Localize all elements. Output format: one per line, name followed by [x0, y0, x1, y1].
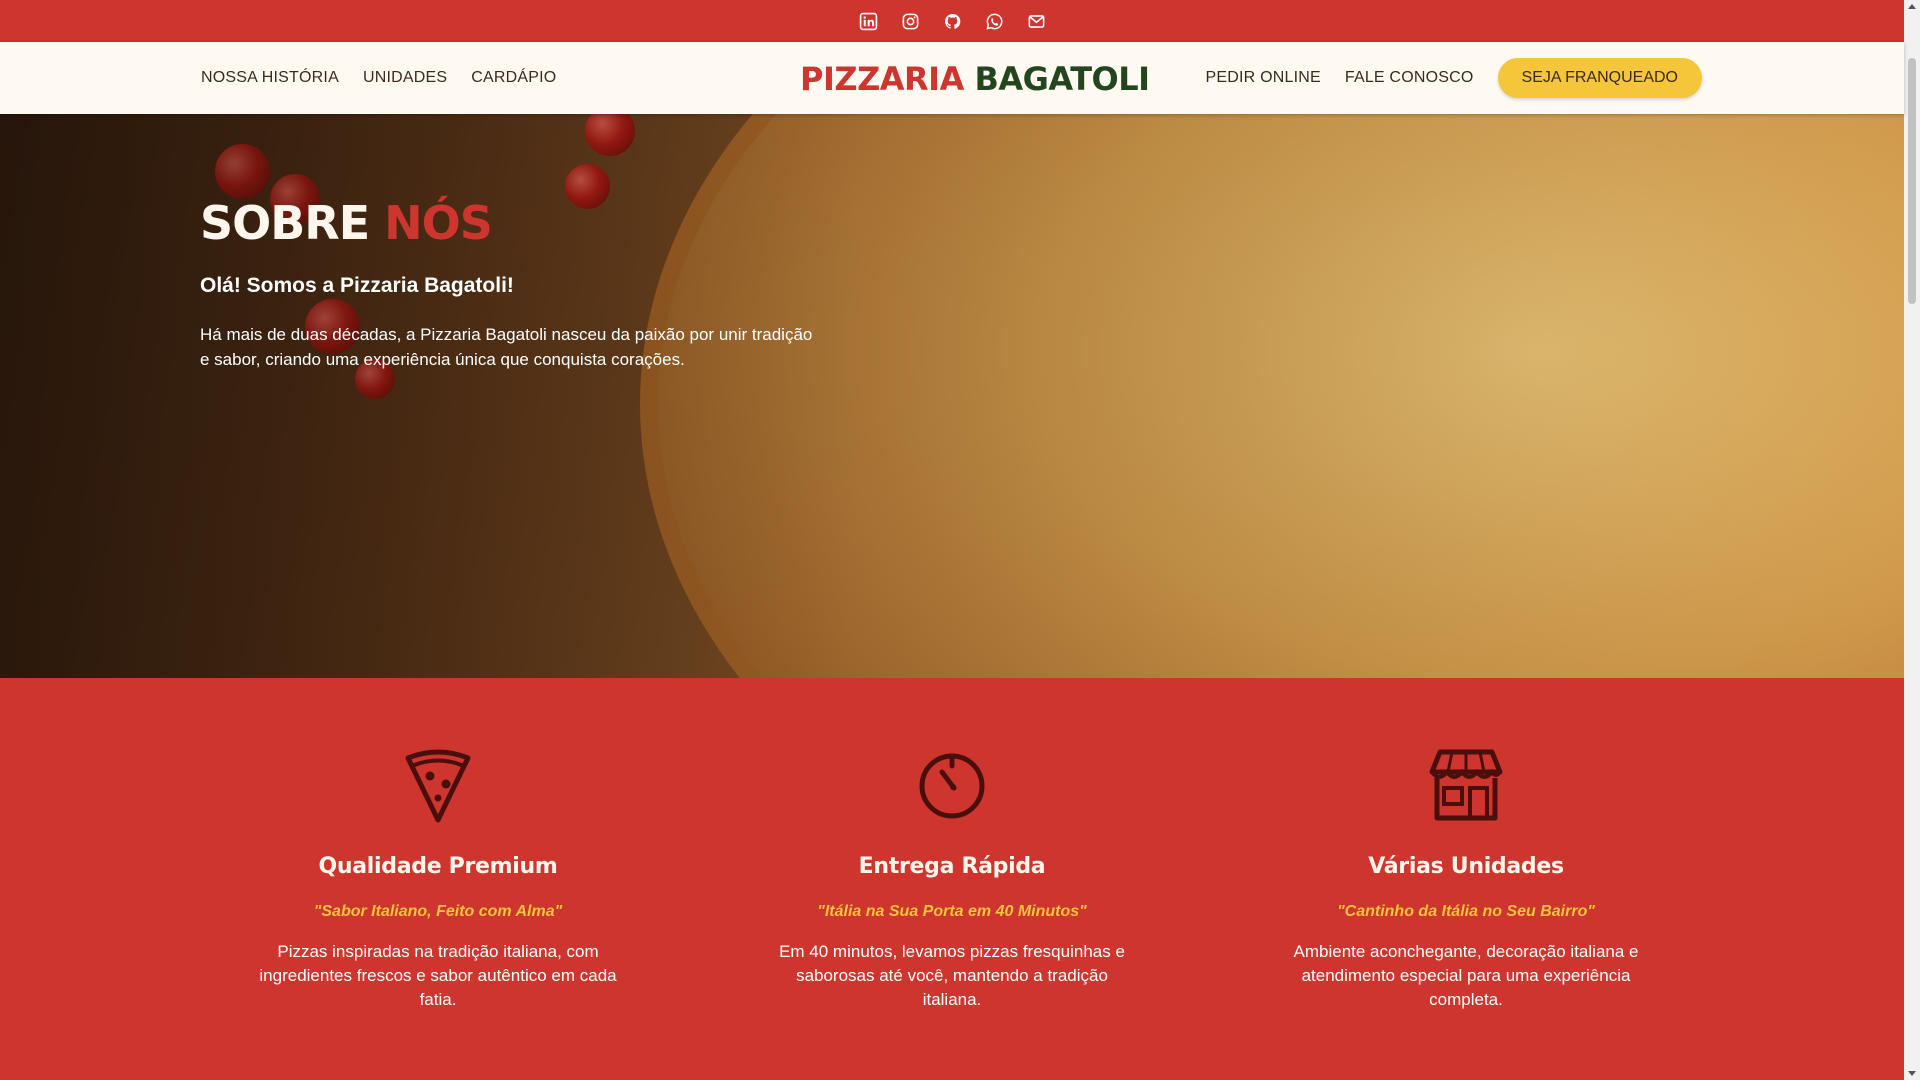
nav-link-unidades[interactable]: UNIDADES — [363, 69, 447, 87]
nav-link-fale-conosco[interactable]: FALE CONOSCO — [1345, 69, 1474, 87]
features-section: Qualidade Premium "Sabor Italiano, Feito… — [0, 678, 1904, 1080]
feature-description: Em 40 minutos, levamos pizzas fresquinha… — [779, 942, 1125, 1009]
feature-quote: "Itália na Sua Porta em 40 Minutos" — [817, 903, 1087, 920]
scroll-up-arrow-icon[interactable] — [1908, 4, 1916, 9]
feature-description: Pizzas inspiradas na tradição italiana, … — [259, 942, 617, 1009]
feature-quote: "Cantinho da Itália no Seu Bairro" — [1337, 903, 1595, 920]
nav-right: PEDIR ONLINE FALE CONOSCO SEJA FRANQUEAD… — [1206, 42, 1702, 114]
page-scrollbar[interactable] — [1904, 0, 1920, 1080]
feature-title: Entrega Rápida — [858, 854, 1046, 879]
logo-part-bagatoli: BAGATOLI — [974, 60, 1150, 98]
feature-title: Qualidade Premium — [318, 854, 558, 879]
instagram-icon[interactable] — [900, 11, 920, 31]
linkedin-icon[interactable] — [858, 11, 878, 31]
nav-link-pedir-online[interactable]: PEDIR ONLINE — [1206, 69, 1321, 87]
logo-part-pizzaria: PIZZARIA — [800, 60, 964, 98]
hero-title-sobre: SOBRE — [200, 196, 370, 250]
hero-section: SOBRE NÓS Olá! Somos a Pizzaria Bagatoli… — [0, 114, 1904, 678]
timer-icon — [919, 753, 985, 819]
scrollbar-thumb[interactable] — [1908, 58, 1916, 304]
feature-quote: "Sabor Italiano, Feito com Alma" — [313, 903, 563, 920]
whatsapp-icon[interactable] — [984, 11, 1004, 31]
feature-description: Ambiente aconchegante, decoração italian… — [1293, 942, 1639, 1009]
main-navbar: NOSSA HISTÓRIA UNIDADES CARDÁPIO PIZZARI… — [0, 42, 1904, 114]
email-icon[interactable] — [1026, 11, 1046, 31]
franchise-button[interactable]: SEJA FRANQUEADO — [1497, 58, 1702, 98]
store-icon — [1429, 749, 1503, 821]
hero-subtitle: Olá! Somos a Pizzaria Bagatoli! — [200, 274, 514, 297]
feature-title: Várias Unidades — [1368, 854, 1564, 879]
github-icon[interactable] — [942, 11, 962, 31]
hero-title-nos: NÓS — [384, 196, 493, 250]
social-bar — [0, 0, 1904, 42]
hero-description: Há mais de duas décadas, a Pizzaria Baga… — [200, 325, 813, 369]
brand-logo[interactable]: PIZZARIA BAGATOLI — [800, 62, 1150, 96]
hero-title: SOBRE NÓS — [200, 196, 493, 250]
nav-left: NOSSA HISTÓRIA UNIDADES CARDÁPIO — [201, 42, 556, 114]
pizza-slice-icon — [405, 749, 471, 823]
scroll-down-arrow-icon[interactable] — [1908, 1071, 1916, 1076]
nav-link-cardapio[interactable]: CARDÁPIO — [471, 69, 556, 87]
nav-link-nossa-historia[interactable]: NOSSA HISTÓRIA — [201, 69, 339, 87]
